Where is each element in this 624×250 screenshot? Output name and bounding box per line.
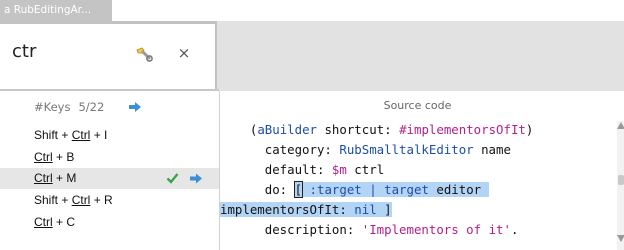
keys-count: 5/22 [78,100,105,114]
code-line: do: [ :target | target editor [220,181,489,198]
code-line: category: RubSmalltalkEditor name [220,142,511,157]
key-list-item[interactable]: Ctrl + C [0,212,219,233]
close-icon[interactable]: × [176,45,192,61]
code-line: (aBuilder shortcut: #implementorsOfIt) [220,122,534,137]
wrench-icon[interactable] [134,44,154,64]
key-list-item[interactable]: Shift + Ctrl + I [0,125,219,146]
scroll-up-arrow-icon[interactable] [617,122,624,129]
source-code-editor[interactable]: (aBuilder shortcut: #implementorsOfIt) c… [220,120,615,240]
key-shortcut-label: Ctrl + B [34,150,75,164]
checkmark-icon [166,173,179,184]
key-shortcut-label: Shift + Ctrl + R [34,193,113,207]
code-line: implementorsOfIt: nil ] [220,202,392,217]
source-title: Source code [383,99,452,112]
key-list-item[interactable]: Shift + Ctrl + R [0,190,219,211]
key-list-item[interactable]: Ctrl + B [0,147,219,168]
arrow-right-icon[interactable] [189,173,203,184]
code-line: default: $m ctrl [220,162,385,177]
key-list-item[interactable]: Ctrl + M [0,168,219,189]
key-shortcut-label: Shift + Ctrl + I [34,128,108,142]
search-input[interactable] [12,38,112,64]
code-line: description: 'Implementors of it'. [220,222,519,237]
keys-header: #Keys 5/22 [34,100,104,114]
window-title-tab[interactable]: a RubEditingAr... [0,0,112,21]
key-shortcut-label: Ctrl + C [34,215,76,229]
scroll-down-arrow-icon[interactable] [617,235,624,242]
key-shortcut-label: Ctrl + M [34,171,77,185]
arrow-right-icon[interactable] [128,101,142,113]
scroll-thumb[interactable] [618,175,624,185]
search-panel: × [0,21,217,89]
text-cursor-bracket: [ [293,181,304,198]
keys-header-label: #Keys [34,100,71,114]
source-code-panel: Source code (aBuilder shortcut: #impleme… [219,91,624,250]
keys-list-panel: #Keys 5/22 Shift + Ctrl + I Ctrl + B Ctrl +… [0,89,219,250]
vertical-scrollbar[interactable] [617,121,624,250]
